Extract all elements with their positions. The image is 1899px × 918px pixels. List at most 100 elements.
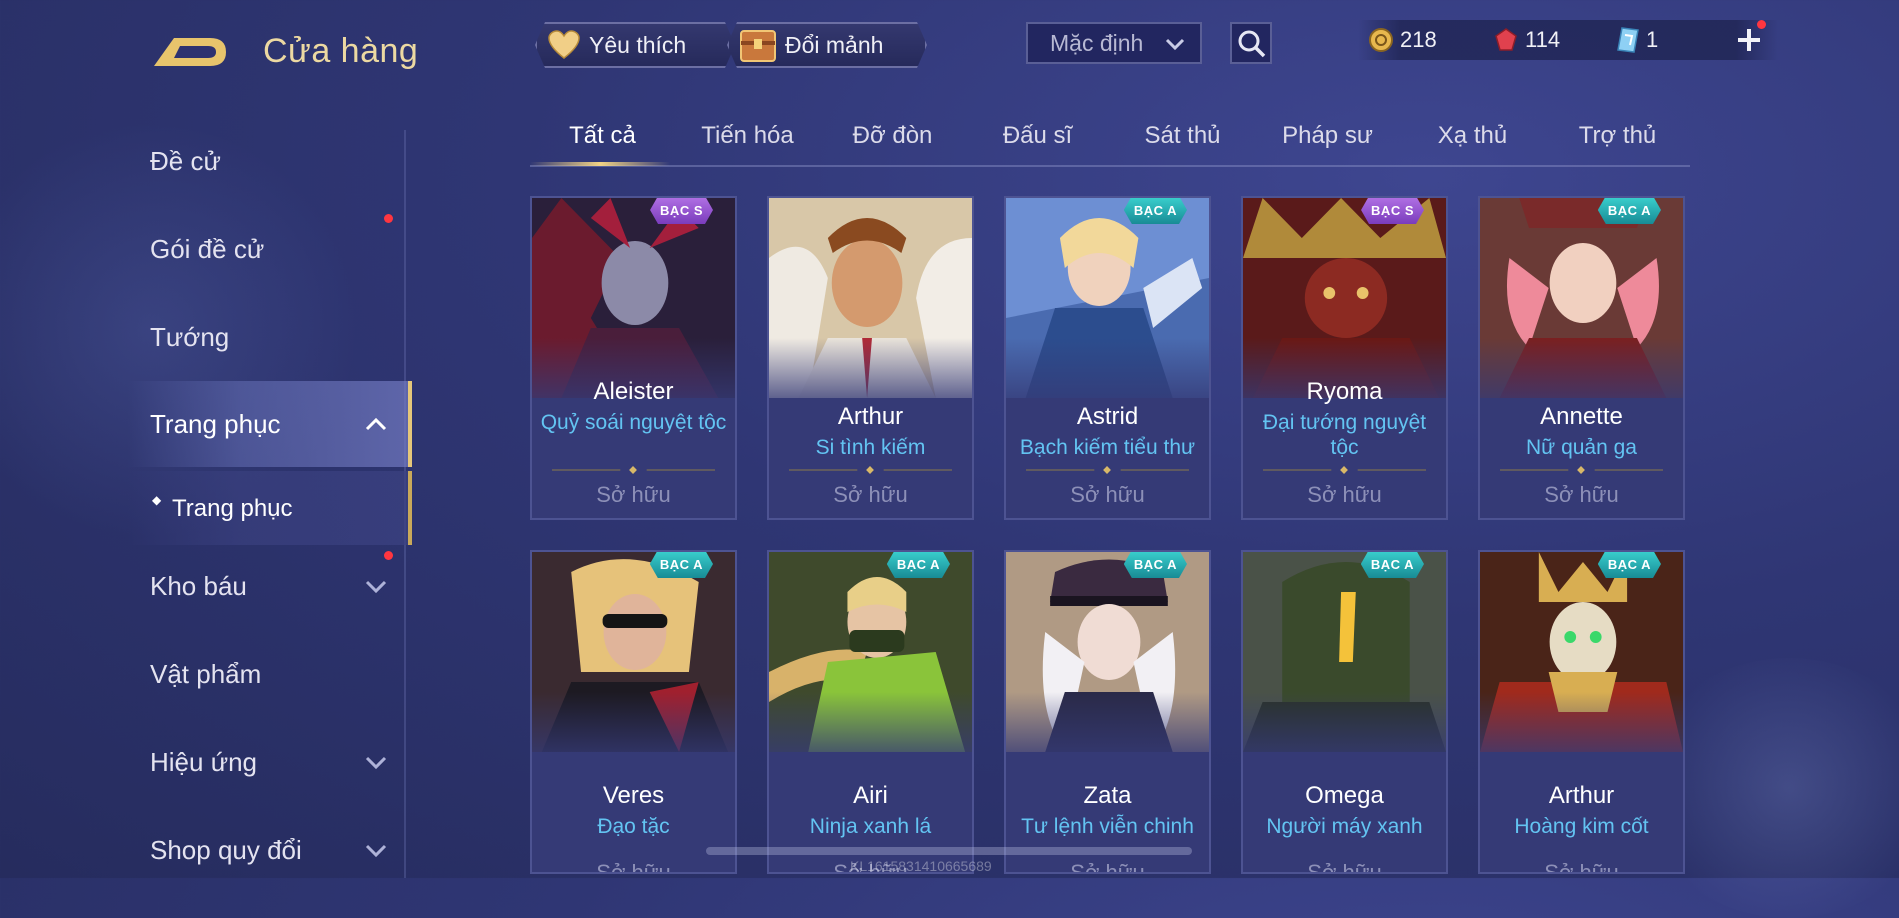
owned-status: Sở hữu: [1307, 860, 1382, 874]
tier-badge: BẠC A: [1598, 550, 1661, 578]
watermark: KL1615831410665689: [850, 858, 992, 874]
divider-ornament: [1500, 466, 1663, 474]
skin-card[interactable]: BẠC S Aleister Quỷ soái nguyệt tộc Sở hữ…: [530, 196, 737, 520]
sidebar-item-label: Trang phục: [150, 409, 281, 439]
owned-status: Sở hữu: [1070, 482, 1145, 507]
search-button[interactable]: [1230, 22, 1272, 64]
tier-badge: BẠC S: [1361, 196, 1424, 224]
tab-mage[interactable]: Pháp sư: [1255, 122, 1400, 150]
exchange-label: Đổi mảnh: [785, 31, 884, 58]
hero-name: Astrid: [1076, 403, 1139, 430]
chevron-down-icon[interactable]: [364, 838, 388, 862]
divider-ornament: [1263, 466, 1426, 474]
owned-status: Sở hữu: [833, 482, 908, 507]
heart-icon: [547, 30, 581, 60]
notification-dot: [384, 551, 393, 560]
hero-name: Annette: [1540, 403, 1623, 430]
ticket-value: 1: [1646, 27, 1659, 52]
chevron-down-icon[interactable]: [364, 750, 388, 774]
sort-dropdown[interactable]: Mặc định: [1026, 22, 1202, 64]
skin-name: Bạch kiếm tiểu thư: [1019, 436, 1196, 459]
bullet-icon: ◆: [152, 493, 162, 507]
sidebar-item-exchange-shop[interactable]: Shop quy đổi: [150, 835, 302, 866]
tier-badge: BẠC A: [887, 550, 950, 578]
gold-coin-balance: 218: [1368, 27, 1437, 53]
sidebar-subitem-label: Trang phục: [172, 495, 293, 522]
tier-badge: BẠC A: [650, 550, 713, 578]
skin-card[interactable]: BẠC A Airi Ninja xanh lá Sở hữu: [767, 550, 974, 874]
sidebar-item-skins[interactable]: Trang phục: [128, 381, 412, 467]
active-tab-indicator: [530, 162, 670, 166]
owned-status: Sở hữu: [1070, 860, 1145, 874]
skin-card[interactable]: BẠC A Zata Tư lệnh viễn chinh Sở hữu: [1004, 550, 1211, 874]
skin-name: Hoàng kim cốt: [1514, 815, 1649, 838]
tab-fighter[interactable]: Đấu sĩ: [965, 122, 1110, 150]
tab-all[interactable]: Tất cả: [530, 122, 675, 150]
skin-card[interactable]: BẠC A Astrid Bạch kiếm tiểu thư Sở hữu: [1004, 196, 1211, 520]
skin-card[interactable]: BẠC A Annette Nữ quản ga Sở hữu: [1478, 196, 1685, 520]
tab-evolution[interactable]: Tiến hóa: [675, 122, 820, 150]
chevron-up-icon: [365, 417, 387, 431]
skin-card[interactable]: BẠC A Arthur Hoàng kim cốt Sở hữu: [1478, 550, 1685, 874]
hero-name: Arthur: [837, 403, 904, 430]
treasure-chest-icon: [739, 27, 777, 63]
owned-status: Sở hữu: [1544, 482, 1619, 507]
gold-coin-icon: [1369, 28, 1393, 52]
owned-status: Sở hữu: [1307, 482, 1382, 507]
sidebar-item-recommended-bundles[interactable]: Gói đề cử: [150, 234, 264, 265]
hero-name: Aleister: [593, 378, 674, 405]
owned-status: Sở hữu: [1544, 860, 1619, 874]
gold-coin-value: 218: [1400, 27, 1437, 52]
skin-name: Người máy xanh: [1266, 815, 1423, 838]
favorite-button[interactable]: Yêu thích: [535, 22, 735, 68]
ticket-icon: [1617, 27, 1639, 53]
divider-ornament: [552, 466, 715, 474]
tier-badge: BẠC A: [1598, 196, 1661, 224]
tab-tank[interactable]: Đỡ đòn: [820, 122, 965, 150]
skin-card[interactable]: BẠC S Ryoma Đại tướng nguyệt tộc Sở hữu: [1241, 196, 1448, 520]
notification-dot: [384, 214, 393, 223]
sidebar-item-heroes[interactable]: Tướng: [150, 322, 229, 353]
chevron-down-icon[interactable]: [364, 574, 388, 598]
ticket-balance: 1: [1616, 27, 1658, 53]
back-arrow-icon: [154, 38, 226, 66]
tier-badge: BẠC S: [650, 196, 713, 224]
sidebar-item-items[interactable]: Vật phẩm: [150, 659, 261, 690]
sidebar-item-effects[interactable]: Hiệu ứng: [150, 747, 257, 778]
hero-name: Arthur: [1548, 782, 1615, 809]
hero-name: Zata: [1083, 782, 1132, 809]
skin-card[interactable]: Arthur Si tình kiếm Sở hữu: [767, 196, 974, 520]
tab-assassin[interactable]: Sát thủ: [1110, 122, 1255, 150]
owned-status: Sở hữu: [596, 482, 671, 507]
hero-name: Veres: [602, 782, 665, 809]
skin-name: Đạo tặc: [597, 815, 670, 838]
scroll-handle[interactable]: [706, 847, 1192, 855]
tier-badge: BẠC A: [1124, 196, 1187, 224]
skin-name: Ninja xanh lá: [809, 815, 932, 838]
sidebar-item-recommended[interactable]: Đề cử: [150, 146, 221, 177]
favorite-label: Yêu thích: [589, 31, 687, 58]
back-button[interactable]: [150, 30, 230, 72]
tier-badge: BẠC A: [1124, 550, 1187, 578]
divider-ornament: [789, 466, 952, 474]
hero-name: Ryoma: [1306, 378, 1383, 405]
skin-grid: BẠC S Aleister Quỷ soái nguyệt tộc Sở hữ…: [530, 196, 1690, 878]
tab-marksman[interactable]: Xạ thủ: [1400, 122, 1545, 150]
skin-name: Quỷ soái nguyệt tộc: [540, 411, 727, 434]
hero-name: Omega: [1305, 782, 1384, 809]
tab-support[interactable]: Trợ thủ: [1545, 122, 1690, 150]
tier-badge: BẠC A: [1361, 550, 1424, 578]
currency-bar: 218 114 1: [1358, 20, 1778, 60]
skin-card[interactable]: BẠC A Omega Người máy xanh Sở hữu: [1241, 550, 1448, 874]
red-gem-icon: [1495, 28, 1517, 51]
skin-card[interactable]: BẠC A Veres Đạo tặc Sở hữu: [530, 550, 737, 874]
sidebar-subitem-skins[interactable]: ◆ Trang phục: [128, 471, 412, 545]
notification-dot: [1757, 20, 1766, 29]
exchange-fragment-button[interactable]: Đổi mảnh: [727, 22, 927, 68]
sidebar-item-treasure[interactable]: Kho báu: [150, 571, 247, 602]
search-icon: [1238, 30, 1266, 58]
divider-ornament: [1026, 466, 1189, 474]
red-gem-value: 114: [1525, 27, 1561, 52]
skin-name: Đại tướng nguyệt tộc: [1262, 411, 1427, 459]
sort-selected-value: Mặc định: [1050, 29, 1144, 56]
